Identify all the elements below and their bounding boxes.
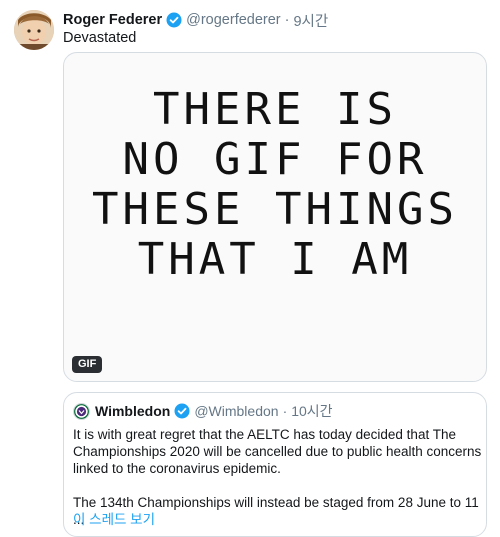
quoted-paragraph: It is with great regret that the AELTC h… — [73, 427, 482, 476]
gif-caption-line: THERE IS — [153, 84, 397, 135]
quoted-tweet[interactable]: Wimbledon @Wimbledon · 10시간 It is with g… — [63, 392, 487, 537]
gif-badge: GIF — [72, 356, 103, 373]
quoted-author-handle[interactable]: @Wimbledon — [194, 403, 278, 419]
quoted-tweet-header: Wimbledon @Wimbledon · 10시간 — [73, 401, 333, 421]
avatar[interactable] — [14, 10, 54, 50]
gif-caption-line: NO GIF FOR — [122, 134, 428, 185]
quoted-tweet-time[interactable]: 10시간 — [291, 401, 332, 421]
tweet-text: Devastated — [63, 30, 137, 46]
separator-dot: · — [282, 403, 288, 419]
verified-badge-icon — [174, 403, 190, 419]
separator-dot: · — [284, 12, 290, 28]
gif-caption-line: THESE THINGS — [92, 184, 458, 235]
tweet-time[interactable]: 9시간 — [293, 10, 328, 31]
gif-caption: THERE IS NO GIF FOR THESE THINGS THAT I … — [64, 85, 486, 285]
wimbledon-logo-icon[interactable] — [73, 402, 90, 420]
author-handle[interactable]: @rogerfederer — [186, 12, 281, 28]
author-name[interactable]: Roger Federer — [63, 12, 162, 28]
show-thread-link[interactable]: 이 스레드 보기 — [73, 508, 155, 528]
gif-caption-line: THAT I AM — [137, 234, 413, 285]
verified-badge-icon — [166, 12, 182, 28]
gif-media[interactable]: THERE IS NO GIF FOR THESE THINGS THAT I … — [63, 52, 487, 382]
quoted-author-name[interactable]: Wimbledon — [95, 403, 170, 419]
tweet[interactable]: Roger Federer @rogerfederer · 9시간 Devast… — [0, 0, 500, 537]
tweet-header: Roger Federer @rogerfederer · 9시간 — [63, 10, 328, 30]
